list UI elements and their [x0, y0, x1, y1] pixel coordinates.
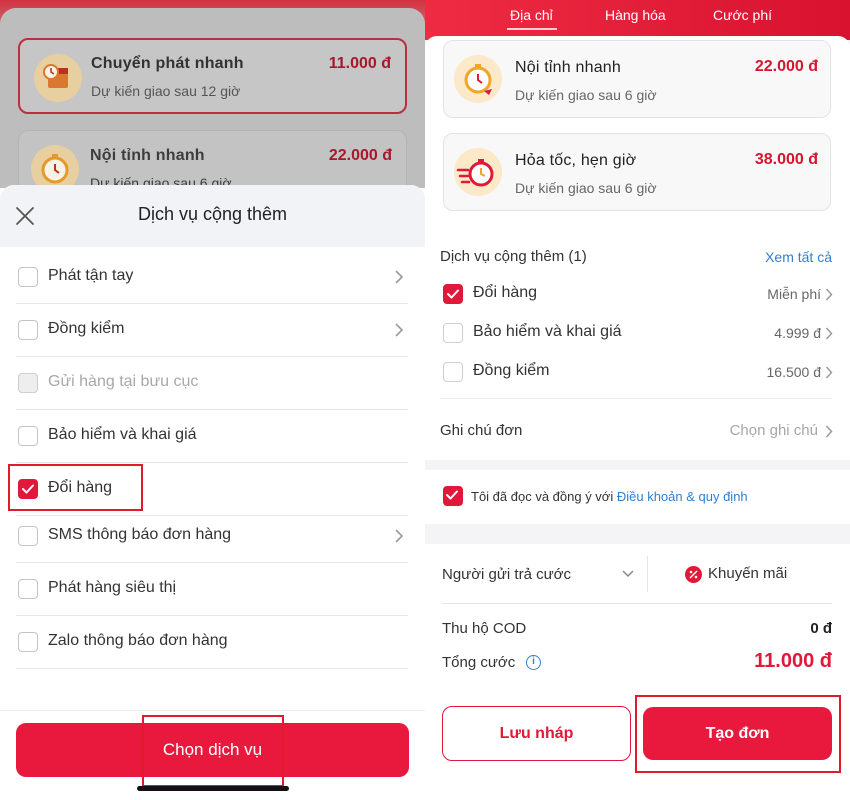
shipping-option-name: Chuyển phát nhanh — [91, 55, 244, 72]
addon-option-dong-kiem[interactable]: Đồng kiểm — [16, 304, 408, 357]
addon-item-price: 4.999 đ — [774, 325, 821, 341]
chevron-down-icon — [622, 570, 634, 578]
terms-checkbox[interactable] — [443, 486, 463, 506]
addon-option-label: Bảo hiểm và khai giá — [48, 426, 197, 443]
addon-option-gui-hang-buu-cuc: Gửi hàng tại bưu cục — [16, 357, 408, 410]
chevron-right-icon — [825, 366, 833, 379]
chevron-right-icon — [825, 288, 833, 301]
highlight-box — [8, 464, 143, 511]
total-fee-value: 11.000 đ — [754, 650, 832, 672]
addon-item-label: Bảo hiểm và khai giá — [473, 323, 622, 340]
chevron-right-icon — [395, 323, 404, 337]
tab-indicator — [507, 28, 557, 30]
payer-select[interactable]: Người gửi trả cước — [442, 566, 571, 583]
terms-link[interactable]: Điều khoản & quy định — [617, 489, 748, 504]
chevron-right-icon — [825, 425, 833, 438]
checkbox[interactable] — [443, 362, 463, 382]
addon-item-price: 16.500 đ — [766, 364, 822, 380]
cod-label: Thu hộ COD — [442, 620, 527, 637]
order-note-select[interactable]: Chọn ghi chú — [730, 422, 818, 439]
chevron-right-icon — [825, 327, 833, 340]
sheet-header: Dịch vụ cộng thêm — [0, 185, 425, 247]
terms-section: Tôi đã đọc và đồng ý với Điều khoản & qu… — [425, 470, 850, 524]
shipping-option-eta: Dự kiến giao sau 6 giờ — [515, 87, 657, 103]
divider — [442, 603, 832, 604]
shipping-option-price: 22.000 đ — [754, 58, 818, 75]
addon-item-bao-hiem[interactable]: Bảo hiểm và khai giá 4.999 đ — [443, 319, 835, 349]
shipping-options-section: Nội tỉnh nhanh Dự kiến giao sau 6 giờ 22… — [425, 36, 850, 226]
shipping-option-name: Nội tỉnh nhanh — [90, 147, 205, 164]
discount-icon — [685, 566, 702, 583]
stopwatch-icon — [454, 55, 502, 103]
home-indicator — [137, 786, 289, 791]
shipping-option-eta: Dự kiến giao sau 6 giờ — [515, 180, 657, 196]
checkbox[interactable] — [18, 526, 38, 546]
highlight-box — [635, 695, 841, 773]
info-icon[interactable]: i — [526, 655, 541, 670]
addon-option-bao-hiem[interactable]: Bảo hiểm và khai giá — [16, 410, 408, 463]
shipping-option-price: 22.000 đ — [328, 147, 392, 164]
addon-option-zalo[interactable]: Zalo thông báo đơn hàng — [16, 616, 408, 669]
checkbox[interactable] — [18, 579, 38, 599]
tab-address[interactable]: Địa chỉ — [510, 7, 553, 23]
express-delivery-icon — [34, 54, 82, 102]
shipping-option-price: 11.000 đ — [328, 55, 391, 72]
addon-option-sieu-thi[interactable]: Phát hàng siêu thị — [16, 563, 408, 616]
divider — [647, 556, 648, 592]
addon-option-label: SMS thông báo đơn hàng — [48, 526, 232, 543]
addon-item-doi-hang[interactable]: Đổi hàng Miễn phí — [443, 280, 835, 310]
header-bar: Địa chỉ Hàng hóa Cước phí — [425, 0, 850, 40]
checkbox[interactable] — [18, 320, 38, 340]
fast-clock-icon — [454, 148, 502, 196]
addon-option-label: Phát tận tay — [48, 267, 134, 284]
addon-item-price: Miễn phí — [767, 286, 821, 302]
order-note-label: Ghi chú đơn — [440, 422, 523, 439]
tab-goods[interactable]: Hàng hóa — [605, 7, 666, 23]
shipping-option-eta: Dự kiến giao sau 12 giờ — [91, 83, 241, 99]
addon-item-dong-kiem[interactable]: Đồng kiểm 16.500 đ — [443, 358, 835, 388]
check-icon — [446, 490, 458, 500]
chevron-right-icon — [395, 270, 404, 284]
promotion-button[interactable]: Khuyến mãi — [708, 565, 787, 582]
shipping-option-card[interactable]: Chuyển phát nhanh Dự kiến giao sau 12 gi… — [18, 38, 407, 114]
total-fee-label: Tổng cước — [442, 654, 516, 671]
cod-value: 0 đ — [810, 620, 832, 637]
highlight-box — [142, 715, 284, 787]
shipping-option-name: Hỏa tốc, hẹn giờ — [515, 152, 637, 169]
checkbox[interactable] — [18, 267, 38, 287]
right-screen: Địa chỉ Hàng hóa Cước phí Nội tỉnh nhanh… — [425, 0, 850, 800]
addon-services-section: Dịch vụ cộng thêm (1) Xem tất cả Đổi hàn… — [425, 226, 850, 460]
addon-item-label: Đồng kiểm — [473, 362, 550, 379]
chevron-right-icon — [395, 529, 404, 543]
shipping-option-price: 38.000 đ — [754, 151, 818, 168]
addon-section-title: Dịch vụ cộng thêm (1) — [440, 248, 587, 265]
checkbox[interactable] — [443, 323, 463, 343]
check-icon — [447, 289, 459, 299]
shipping-option-card[interactable]: Hỏa tốc, hẹn giờ Dự kiến giao sau 6 giờ … — [443, 133, 831, 211]
shipping-option-name: Nội tỉnh nhanh — [515, 59, 621, 76]
addon-option-sms[interactable]: SMS thông báo đơn hàng — [16, 510, 408, 563]
shipping-option-card[interactable]: Nội tỉnh nhanh Dự kiến giao sau 6 giờ 22… — [443, 40, 831, 118]
terms-text: Tôi đã đọc và đồng ý với Điều khoản & qu… — [471, 489, 748, 504]
checkbox[interactable] — [18, 426, 38, 446]
addon-option-label: Zalo thông báo đơn hàng — [48, 632, 228, 649]
checkbox[interactable] — [18, 632, 38, 652]
sheet-title: Dịch vụ cộng thêm — [137, 204, 288, 224]
save-draft-button[interactable]: Lưu nháp — [442, 706, 631, 761]
terms-statement: Tôi đã đọc và đồng ý với — [471, 489, 614, 504]
addon-option-label: Đồng kiểm — [48, 320, 125, 337]
divider — [440, 398, 832, 399]
checkbox-disabled — [18, 373, 38, 393]
addon-option-phat-tan-tay[interactable]: Phát tận tay — [16, 251, 408, 304]
addon-option-label: Gửi hàng tại bưu cục — [48, 373, 199, 390]
see-all-link[interactable]: Xem tất cả — [765, 249, 832, 265]
addon-option-label: Phát hàng siêu thị — [48, 579, 177, 596]
order-summary-section: Người gửi trả cước Khuyến mãi Thu hộ COD… — [425, 544, 850, 800]
checkbox-checked[interactable] — [443, 284, 463, 304]
left-screen: Chuyển phát nhanh Dự kiến giao sau 12 gi… — [0, 0, 425, 800]
addon-item-label: Đổi hàng — [473, 284, 538, 301]
tab-shipping-fee[interactable]: Cước phí — [713, 7, 772, 23]
